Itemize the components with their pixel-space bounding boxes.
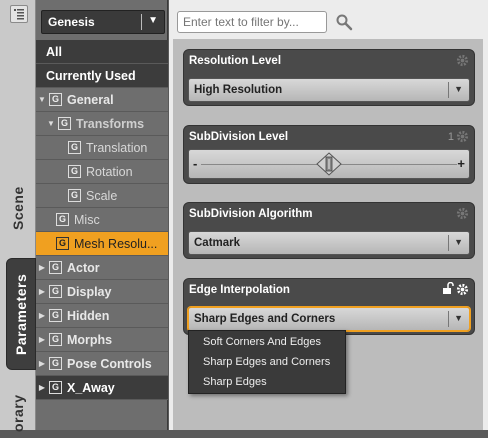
- slider-thumb[interactable]: [316, 152, 342, 176]
- tab-scene[interactable]: Scene: [0, 178, 36, 238]
- select-divider: [448, 235, 449, 251]
- tree-item-translation[interactable]: G Translation: [36, 136, 168, 160]
- group-icon: G: [49, 93, 62, 106]
- resolution-level-widget: Resolution Level High Resolution ▼: [183, 49, 475, 106]
- tree-item-label: Currently Used: [46, 68, 136, 83]
- tree-item-hidden[interactable]: ▶ G Hidden: [36, 304, 168, 328]
- tree-item-label: Mesh Resolu...: [74, 236, 158, 251]
- tree-item-actor[interactable]: ▶ G Actor: [36, 256, 168, 280]
- tree-item-x-away[interactable]: ▶ G X_Away: [36, 376, 168, 400]
- group-icon: G: [49, 285, 62, 298]
- tab-library[interactable]: orary: [0, 388, 36, 438]
- property-group-tree: Genesis ▼ All Currently Used ▼ G General…: [36, 0, 168, 430]
- tab-parameters[interactable]: Parameters: [6, 258, 36, 370]
- tree-item-label: Pose Controls: [67, 356, 152, 371]
- resolution-level-select[interactable]: High Resolution ▼: [188, 78, 470, 102]
- gear-icon[interactable]: [456, 207, 469, 220]
- group-icon: G: [49, 309, 62, 322]
- group-icon: G: [68, 165, 81, 178]
- select-divider: [448, 311, 449, 327]
- tree-item-label: Hidden: [67, 308, 110, 323]
- subdivision-algorithm-widget: SubDivision Algorithm Catmark ▼: [183, 202, 475, 259]
- chevron-down-icon: ▼: [454, 237, 463, 247]
- gear-icon[interactable]: [456, 283, 469, 296]
- group-icon: G: [68, 189, 81, 202]
- vertical-tab-strip: Scene Parameters orary: [0, 0, 36, 432]
- chevron-down-icon: ▼: [454, 84, 463, 94]
- chevron-down-icon: ▼: [454, 313, 463, 323]
- tree-item-label: Misc: [74, 212, 100, 227]
- figure-select-value: Genesis: [48, 15, 95, 29]
- tree-item-general[interactable]: ▼ G General: [36, 88, 168, 112]
- tree-item-rotation[interactable]: G Rotation: [36, 160, 168, 184]
- tree-item-label: Scale: [86, 188, 118, 203]
- expand-arrow-icon[interactable]: ▼: [37, 95, 47, 104]
- tree-item-label: Rotation: [86, 164, 133, 179]
- gear-icon[interactable]: [456, 54, 469, 67]
- gear-icon[interactable]: [456, 130, 469, 143]
- tree-item-label: Transforms: [76, 116, 145, 131]
- widget-title: Resolution Level: [189, 55, 282, 67]
- subdivision-algorithm-select[interactable]: Catmark ▼: [188, 231, 470, 255]
- subdivision-level-slider[interactable]: - +: [188, 149, 470, 179]
- tree-item-pose-controls[interactable]: ▶ G Pose Controls: [36, 352, 168, 376]
- tree-item-label: Translation: [86, 140, 148, 155]
- slider-value[interactable]: 1: [448, 131, 454, 143]
- filter-input[interactable]: [177, 11, 327, 33]
- slider-plus[interactable]: +: [457, 156, 465, 171]
- pane-menu-icon[interactable]: [10, 5, 28, 23]
- tree-item-morphs[interactable]: ▶ G Morphs: [36, 328, 168, 352]
- group-icon: G: [56, 237, 69, 250]
- search-icon[interactable]: [335, 13, 353, 31]
- group-icon: G: [68, 141, 81, 154]
- expand-arrow-icon[interactable]: ▶: [37, 311, 47, 320]
- edge-interpolation-widget: Edge Interpolation Sharp Edges and Corne…: [183, 278, 475, 335]
- group-icon: G: [56, 213, 69, 226]
- tree-item-all[interactable]: All: [36, 40, 168, 64]
- tree-item-label: Display: [67, 284, 112, 299]
- dropdown-option[interactable]: Sharp Edges: [203, 376, 267, 388]
- unlock-icon[interactable]: [442, 282, 454, 295]
- widget-title: Edge Interpolation: [189, 284, 290, 296]
- group-icon: G: [49, 261, 62, 274]
- tree-item-currently-used[interactable]: Currently Used: [36, 64, 168, 88]
- expand-arrow-icon[interactable]: ▶: [37, 287, 47, 296]
- expand-arrow-icon[interactable]: ▼: [46, 119, 56, 128]
- dropdown-option[interactable]: Sharp Edges and Corners: [203, 356, 330, 368]
- select-divider: [141, 14, 142, 30]
- widget-title: SubDivision Algorithm: [189, 208, 313, 220]
- slider-minus[interactable]: -: [193, 156, 197, 171]
- expand-arrow-icon[interactable]: ▶: [37, 383, 47, 392]
- group-icon: G: [58, 117, 71, 130]
- select-divider: [448, 82, 449, 98]
- dropdown-option[interactable]: Soft Corners And Edges: [203, 336, 321, 348]
- edge-interpolation-dropdown: Soft Corners And Edges Sharp Edges and C…: [188, 330, 346, 394]
- group-icon: G: [49, 381, 62, 394]
- select-value: High Resolution: [194, 84, 283, 96]
- widget-title: SubDivision Level: [189, 131, 289, 143]
- expand-arrow-icon[interactable]: ▶: [37, 263, 47, 272]
- group-icon: G: [49, 333, 62, 346]
- tree-item-misc[interactable]: G Misc: [36, 208, 168, 232]
- tree-item-label: Actor: [67, 260, 100, 275]
- tree-item-scale[interactable]: G Scale: [36, 184, 168, 208]
- edge-interpolation-select[interactable]: Sharp Edges and Corners ▼: [188, 307, 470, 331]
- tree-item-mesh-resolution[interactable]: G Mesh Resolu...: [36, 232, 168, 256]
- tree-item-label: General: [67, 92, 114, 107]
- subdivision-level-widget: SubDivision Level 1 - +: [183, 125, 475, 184]
- tree-item-label: X_Away: [67, 380, 115, 395]
- expand-arrow-icon[interactable]: ▶: [37, 335, 47, 344]
- expand-arrow-icon[interactable]: ▶: [37, 359, 47, 368]
- chevron-down-icon: ▼: [148, 15, 158, 26]
- select-value: Catmark: [194, 237, 241, 249]
- figure-select[interactable]: Genesis ▼: [41, 10, 165, 34]
- select-value: Sharp Edges and Corners: [194, 313, 336, 325]
- tree-item-label: Morphs: [67, 332, 113, 347]
- tree-item-display[interactable]: ▶ G Display: [36, 280, 168, 304]
- tree-item-label: All: [46, 44, 62, 59]
- group-icon: G: [49, 357, 62, 370]
- tree-item-transforms[interactable]: ▼ G Transforms: [36, 112, 168, 136]
